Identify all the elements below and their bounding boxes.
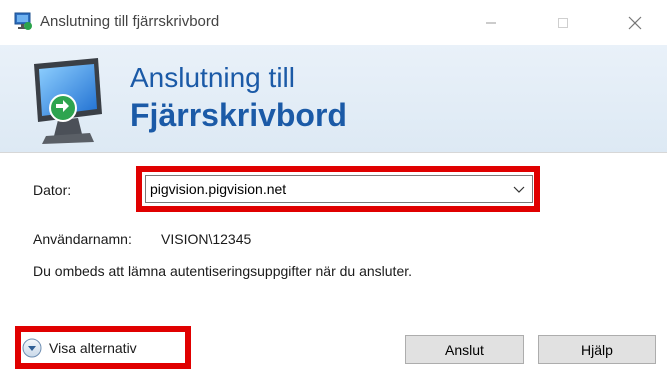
banner-title-line2: Fjärrskrivbord	[130, 97, 347, 133]
close-icon	[628, 16, 642, 29]
maximize-button[interactable]	[540, 0, 586, 45]
highlight-computer-field	[136, 166, 540, 212]
remote-desktop-monitor-icon	[34, 58, 102, 144]
close-button[interactable]	[612, 0, 658, 45]
banner-title-line1: Anslutning till	[130, 62, 295, 93]
title-bar: Anslutning till fjärrskrivbord	[0, 0, 667, 45]
username-label: Användarnamn:	[33, 231, 132, 247]
computer-label: Dator:	[33, 182, 72, 198]
help-button[interactable]: Hjälp	[538, 335, 656, 364]
maximize-icon	[558, 17, 568, 28]
minimize-button[interactable]	[468, 0, 514, 45]
header-banner: Anslutning till Fjärrskrivbord	[0, 45, 667, 152]
minimize-icon	[486, 22, 496, 23]
divider	[0, 152, 667, 153]
highlight-show-options	[15, 326, 191, 369]
username-value: VISION\12345	[161, 231, 252, 247]
remote-desktop-app-icon	[14, 12, 32, 30]
window-title: Anslutning till fjärrskrivbord	[40, 13, 220, 30]
connect-button[interactable]: Anslut	[405, 335, 524, 364]
credentials-info-text: Du ombeds att lämna autentiseringsuppgif…	[33, 263, 413, 279]
rdp-window: Anslutning till fjärrskrivbord Anslutnin…	[0, 0, 667, 369]
